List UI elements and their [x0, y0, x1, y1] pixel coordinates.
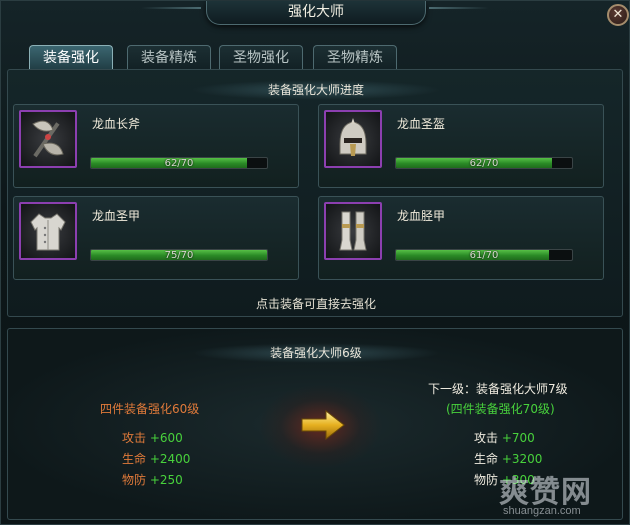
- equip-card-helmet[interactable]: 龙血圣盔 62/70: [318, 104, 604, 188]
- close-button[interactable]: ✕: [607, 4, 629, 26]
- strengthen-hint: 点击装备可直接去强化: [255, 297, 376, 311]
- current-stat-row: 攻击 +600: [122, 429, 183, 446]
- stat-label: 攻击: [474, 431, 499, 445]
- title-ornament-right: [429, 7, 489, 9]
- condition-level: 60: [172, 402, 188, 416]
- helmet-icon: [339, 118, 367, 156]
- next-stat-row: 生命 +3200: [474, 450, 542, 467]
- condition-suffix: 级: [187, 402, 200, 416]
- master-level-heading: 装备强化大师6级: [191, 343, 441, 363]
- axe-icon: [32, 120, 64, 158]
- item-slot[interactable]: [324, 110, 382, 168]
- next-level-title: 下一级：装备强化大师7级: [428, 382, 568, 396]
- progress-text: 62/70: [469, 158, 499, 169]
- progress-text: 75/70: [164, 250, 194, 261]
- progress-bar: 61/70: [395, 249, 573, 261]
- stat-label: 生命: [122, 452, 147, 466]
- watermark-url: shuangzan.com: [503, 505, 581, 517]
- current-stat-row: 物防 +250: [122, 471, 183, 488]
- strengthen-master-window: 强化大师 ✕ 装备强化 装备精炼 圣物强化 圣物精炼 装备强化大师进度 龙血长斧…: [0, 0, 630, 525]
- item-slot[interactable]: [19, 202, 77, 260]
- stat-value: +600: [149, 431, 183, 445]
- stat-value: +250: [149, 473, 183, 487]
- arrow-right-icon: [301, 409, 345, 441]
- tab-equip-strengthen[interactable]: 装备强化: [29, 45, 113, 71]
- item-name: 龙血长斧: [92, 117, 141, 131]
- current-stat-row: 生命 +2400: [122, 450, 190, 467]
- tab-relic-refine[interactable]: 圣物精炼: [313, 45, 397, 71]
- progress-bar: 62/70: [395, 157, 573, 169]
- progress-text: 62/70: [164, 158, 194, 169]
- armor-icon: [30, 213, 66, 251]
- item-name: 龙血圣甲: [92, 209, 141, 223]
- item-slot[interactable]: [324, 202, 382, 260]
- tab-relic-strengthen[interactable]: 圣物强化: [219, 45, 303, 71]
- greaves-icon: [339, 211, 367, 251]
- condition-prefix: 四件装备强化: [100, 402, 173, 416]
- stat-label: 攻击: [122, 431, 147, 445]
- next-level-condition: (四件装备强化70级): [446, 402, 555, 416]
- progress-bar: 75/70: [90, 249, 268, 261]
- tab-equip-refine[interactable]: 装备精炼: [127, 45, 211, 71]
- equip-card-armor[interactable]: 龙血圣甲 75/70: [13, 196, 299, 280]
- equip-card-axe[interactable]: 龙血长斧 62/70: [13, 104, 299, 188]
- stat-value: +3200: [501, 452, 543, 466]
- stat-value: +2400: [149, 452, 191, 466]
- item-name: 龙血圣盔: [397, 117, 446, 131]
- current-condition: 四件装备强化60级: [100, 400, 199, 417]
- stat-label: 物防: [474, 473, 499, 487]
- title-ornament-left: [141, 7, 201, 9]
- item-slot[interactable]: [19, 110, 77, 168]
- site-watermark: 爽赞网 shuangzan.com: [499, 467, 630, 523]
- stat-label: 生命: [474, 452, 499, 466]
- stat-value: +700: [501, 431, 535, 445]
- progress-text: 61/70: [469, 250, 499, 261]
- progress-heading: 装备强化大师进度: [191, 80, 441, 100]
- window-title: 强化大师: [206, 1, 426, 25]
- stat-label: 物防: [122, 473, 147, 487]
- next-stat-row: 攻击 +700: [474, 429, 535, 446]
- progress-panel: 装备强化大师进度 龙血长斧 62/70 龙血圣盔 62/70 龙血圣甲 75/7…: [7, 69, 623, 317]
- equip-card-greaves[interactable]: 龙血胫甲 61/70: [318, 196, 604, 280]
- progress-bar: 62/70: [90, 157, 268, 169]
- item-name: 龙血胫甲: [397, 209, 446, 223]
